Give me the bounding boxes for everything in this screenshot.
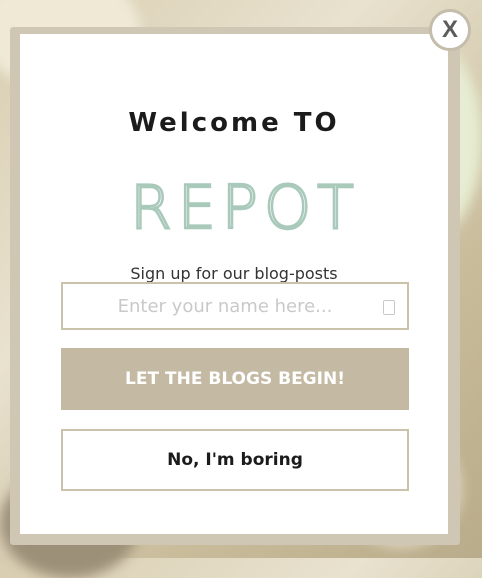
close-button[interactable]: X	[429, 9, 471, 51]
brand-logo: REPOT	[129, 174, 360, 236]
name-input[interactable]	[63, 284, 407, 328]
modal-subtitle: Sign up for our blog-posts	[130, 264, 338, 283]
subscribe-button[interactable]: LET THE BLOGS BEGIN!	[61, 348, 409, 410]
decline-button[interactable]: No, I'm boring	[61, 429, 409, 491]
signup-modal: Welcome TO REPOT Sign up for our blog-po…	[20, 34, 448, 534]
name-field[interactable]	[61, 282, 409, 330]
svg-text:REPOT: REPOT	[130, 174, 360, 236]
modal-title: Welcome TO	[128, 108, 340, 138]
person-icon	[383, 300, 395, 315]
